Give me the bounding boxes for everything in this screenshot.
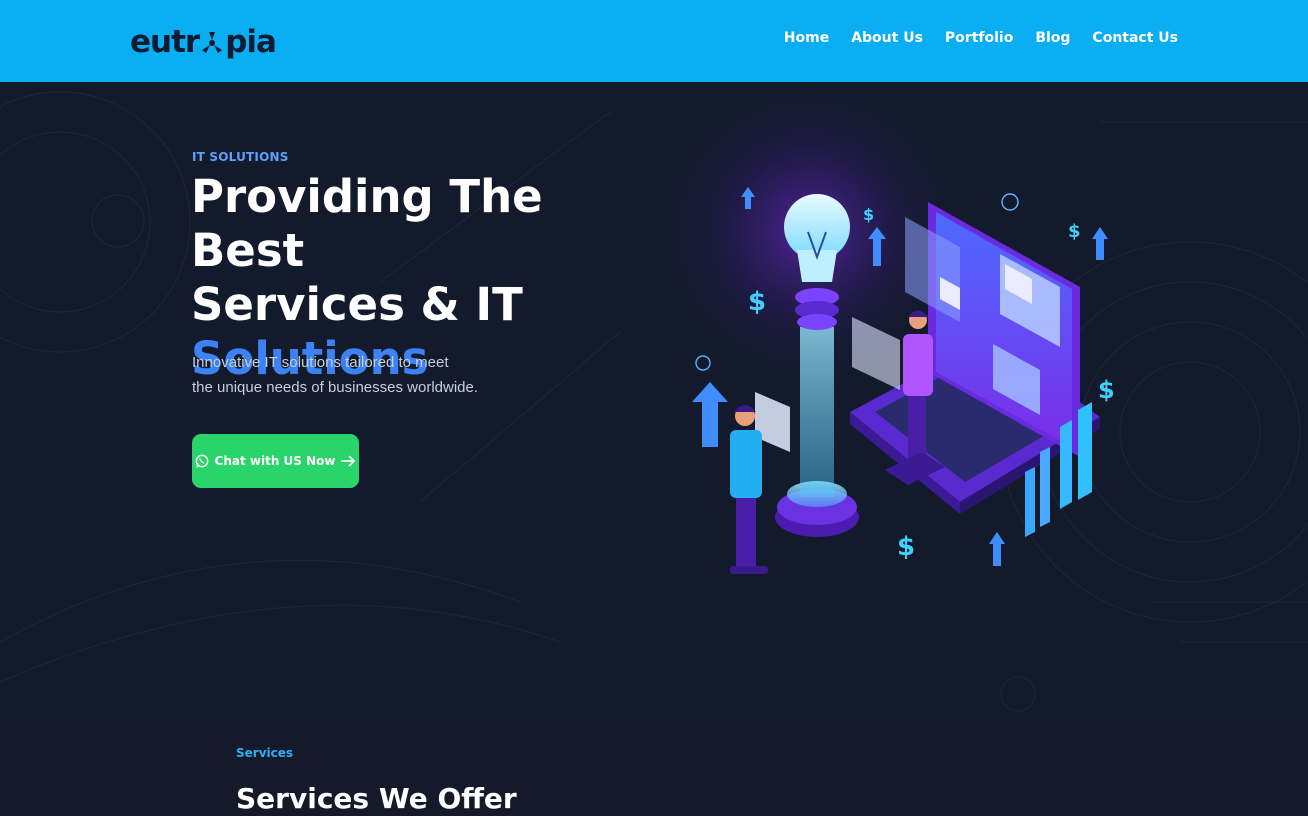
nav-home[interactable]: Home: [784, 30, 829, 46]
hero-section: IT SOLUTIONS Providing The Best Services…: [0, 82, 1308, 714]
arrow-up-icon: [741, 187, 755, 209]
nav-about-us[interactable]: About Us: [851, 30, 923, 46]
main-nav: Home About Us Portfolio Blog Contact Us: [784, 30, 1178, 46]
services-section: Services Services We Offer: [0, 714, 1308, 816]
dollar-icon: $: [863, 205, 874, 224]
dollar-icon: $: [748, 287, 766, 317]
arrow-right-icon: [341, 455, 356, 467]
arrow-up-icon: [989, 532, 1005, 566]
site-header: eutr pia Home About Us Portfolio Blog Co…: [0, 0, 1308, 82]
logo-propeller-icon: [202, 32, 223, 53]
dollar-icon: $: [1098, 376, 1115, 404]
logo-text-start: eutr: [130, 24, 200, 60]
dollar-icon: $: [1068, 221, 1081, 242]
hero-subtext: Innovative IT solutions tailored to meet…: [192, 350, 512, 400]
arrow-up-icon: [868, 227, 886, 266]
lightbulb-illustration: [775, 194, 859, 537]
hero-headline-line2: Services & IT: [191, 278, 523, 331]
chat-now-button[interactable]: Chat with US Now: [192, 434, 359, 488]
nav-contact-us[interactable]: Contact Us: [1092, 30, 1178, 46]
logo-text-end: pia: [225, 24, 277, 60]
globe-icon: [1001, 193, 1019, 211]
hero-eyebrow: IT SOLUTIONS: [192, 150, 289, 164]
hero-subtext-line1: Innovative IT solutions tailored to meet: [192, 354, 449, 371]
hero-headline-line1: Providing The Best: [191, 170, 543, 277]
chat-now-label: Chat with US Now: [214, 454, 336, 468]
hero-subtext-line2: the unique needs of businesses worldwide…: [192, 379, 479, 396]
nav-blog[interactable]: Blog: [1035, 30, 1070, 46]
whatsapp-icon: [195, 454, 208, 468]
dollar-icon: $: [897, 532, 915, 562]
nav-portfolio[interactable]: Portfolio: [945, 30, 1013, 46]
services-title: Services We Offer: [236, 782, 517, 815]
floating-panel-right: [852, 317, 900, 390]
site-logo[interactable]: eutr pia: [130, 22, 277, 62]
arrow-up-icon: [692, 382, 728, 447]
globe-icon: [695, 355, 711, 371]
services-eyebrow: Services: [236, 746, 294, 760]
it-solutions-illustration: $ $ $ $ $: [692, 187, 1115, 574]
arrow-up-icon: [1092, 227, 1108, 260]
